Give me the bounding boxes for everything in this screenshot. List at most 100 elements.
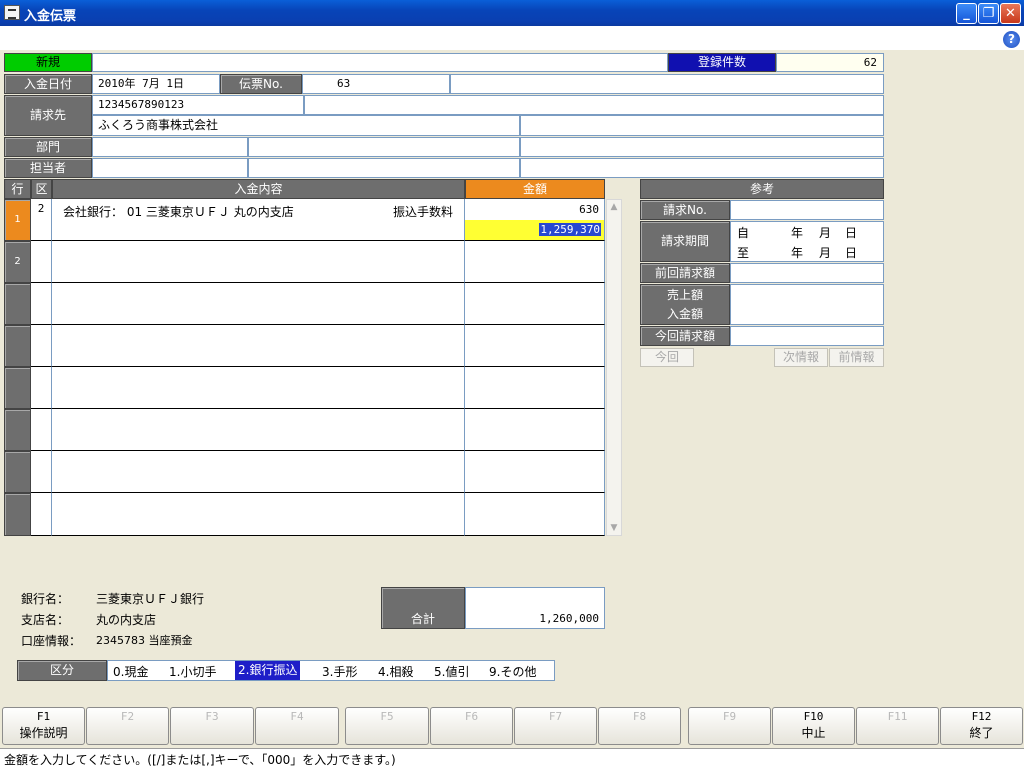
f8-button[interactable]: F8 [598,707,681,745]
account-value: 2345783 当座預金 [96,634,193,647]
f4-button[interactable]: F4 [255,707,339,745]
row-number[interactable] [4,325,31,367]
ref-from-month: 月 [819,226,832,240]
row-content-cell[interactable] [52,241,465,283]
f12-button[interactable]: F12 終了 [940,707,1023,745]
row-content-cell[interactable] [52,367,465,409]
f9-button[interactable]: F9 [688,707,771,745]
row-number[interactable] [4,493,31,536]
row-content-cell[interactable] [52,493,465,536]
scroll-down-arrow-icon[interactable]: ▼ [607,523,621,533]
f9-key: F9 [722,710,737,723]
f11-button[interactable]: F11 [856,707,939,745]
ref-to-month: 月 [819,246,832,260]
table-row[interactable] [4,451,605,493]
row-kubun[interactable] [31,283,52,325]
f10-label: 中止 [801,726,826,740]
voucher-no-field[interactable]: 63 [302,74,450,94]
voucher-no-label: 伝票No. [220,74,302,94]
row-number[interactable]: 1 [4,199,31,241]
kubun-option-selected[interactable]: 2.銀行振込 [235,661,301,680]
scroll-up-arrow-icon[interactable]: ▲ [607,202,621,212]
f12-key: F12 [971,710,992,723]
row-kubun[interactable] [31,325,52,367]
f10-button[interactable]: F10 中止 [772,707,855,745]
row-kubun[interactable]: 2 [31,199,52,241]
kubun-option[interactable]: 4.相殺 [378,663,413,680]
grid-scrollbar[interactable]: ▲ ▼ [606,199,622,536]
row-kubun[interactable] [31,409,52,451]
f8-key: F8 [632,710,647,723]
minimize-button[interactable]: _ [956,3,977,24]
ref-next-button[interactable]: 次情報 [774,348,828,367]
row-number[interactable] [4,283,31,325]
kubun-option[interactable]: 3.手形 [322,663,357,680]
f6-button[interactable]: F6 [430,707,513,745]
date-field[interactable]: 2010年 7月 1日 [92,74,220,94]
row-amount-cell[interactable] [465,241,605,283]
dept-name-field [248,137,520,157]
table-row[interactable] [4,409,605,451]
row-content-cell[interactable]: 会社銀行： 01 三菱東京ＵＦＪ 丸の内支店 振込手数料 [52,199,465,241]
table-row[interactable] [4,283,605,325]
kubun-option[interactable]: 0.現金 [113,663,148,680]
ref-prev-label: 前回請求額 [640,263,730,283]
kubun-option[interactable]: 5.値引 [434,663,469,680]
row-number[interactable] [4,409,31,451]
ref-from-day: 日 [845,226,858,240]
row-amount-cell[interactable] [465,409,605,451]
row-kubun[interactable] [31,493,52,536]
dept-code-field[interactable] [92,137,248,157]
amount-input[interactable]: 1,259,370 [539,223,601,236]
ref-period-label: 請求期間 [640,221,730,262]
row-amount-cell[interactable] [465,493,605,536]
date-row-blank [450,74,884,94]
account-label: 口座情報： [21,634,82,648]
f5-button[interactable]: F5 [345,707,429,745]
kubun-option[interactable]: 9.その他 [489,663,536,680]
table-row[interactable]: 1 2 会社銀行： 01 三菱東京ＵＦＪ 丸の内支店 振込手数料 630 1,2… [4,199,605,241]
row-amount-cell[interactable] [465,325,605,367]
amount-input-highlight[interactable]: 1,259,370 [465,220,604,240]
table-row[interactable]: 2 [4,241,605,283]
row-number[interactable] [4,367,31,409]
ref-now-button[interactable]: 今回 [640,348,694,367]
row-content-cell[interactable] [52,409,465,451]
row-kubun[interactable] [31,451,52,493]
col-header-amount: 金額 [465,179,605,199]
help-icon[interactable]: ? [1003,31,1020,48]
row-amount-cell[interactable] [465,283,605,325]
f5-key: F5 [380,710,394,723]
f7-key: F7 [548,710,563,723]
f3-button[interactable]: F3 [170,707,254,745]
row-kubun[interactable] [31,241,52,283]
f4-key: F4 [290,710,304,723]
close-button[interactable]: ✕ [1000,3,1021,24]
row-number[interactable]: 2 [4,241,31,283]
row-content-cell[interactable] [52,325,465,367]
row-content-cell[interactable] [52,451,465,493]
bank-name-label: 銀行名： [21,592,70,606]
billto-name-field[interactable]: ふくろう商事株式会社 [92,115,520,136]
row-amount-cell[interactable]: 630 1,259,370 [465,199,605,241]
row-kubun[interactable] [31,367,52,409]
dept-blank [520,137,884,157]
row-amount-cell[interactable] [465,367,605,409]
row-amount-cell[interactable] [465,451,605,493]
f1-button[interactable]: F1 操作説明 [2,707,85,745]
table-row[interactable] [4,493,605,536]
billto-code-field[interactable]: 1234567890123 [92,95,304,115]
f2-button[interactable]: F2 [86,707,169,745]
kubun-label: 区分 [17,660,107,681]
table-row[interactable] [4,325,605,367]
f7-button[interactable]: F7 [514,707,597,745]
restore-button[interactable]: ❐ [978,3,999,24]
ref-received-label: 入金額 [666,307,703,321]
ref-prev-button[interactable]: 前情報 [829,348,884,367]
window-title: 入金伝票 [24,9,77,24]
kubun-option[interactable]: 1.小切手 [169,663,216,680]
row-content-cell[interactable] [52,283,465,325]
table-row[interactable] [4,367,605,409]
staff-code-field[interactable] [92,158,248,178]
row-number[interactable] [4,451,31,493]
